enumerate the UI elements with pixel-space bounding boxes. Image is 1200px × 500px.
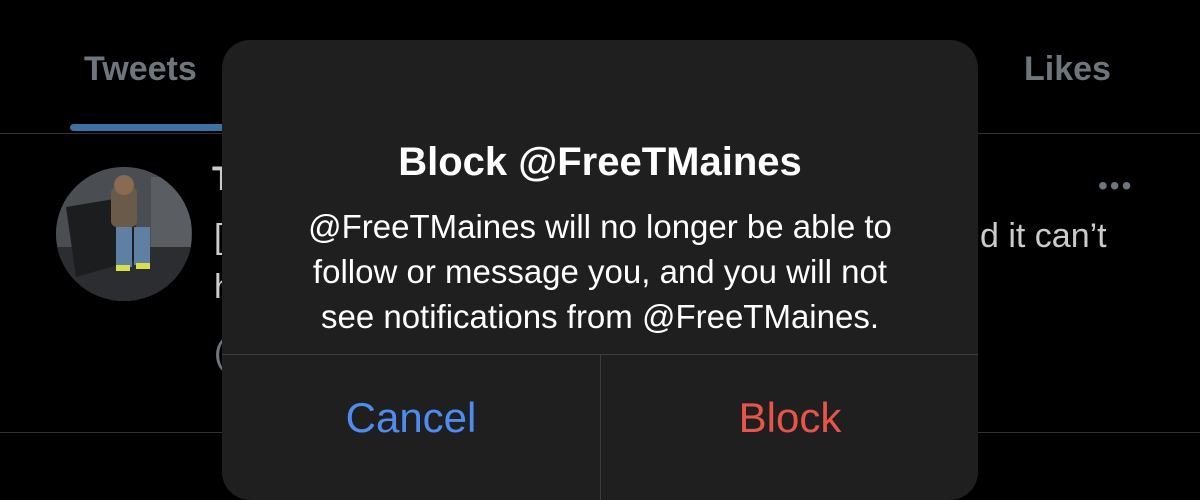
active-tab-indicator: [70, 124, 240, 131]
alert-message-line: see notifications from @FreeTMaines.: [320, 298, 880, 335]
cancel-button[interactable]: Cancel: [222, 355, 600, 481]
more-horizontal-icon[interactable]: •••: [1098, 170, 1133, 202]
tweet-text-right: d it can’t: [980, 217, 1107, 255]
block-button[interactable]: Block: [601, 355, 978, 481]
block-alert-dialog: Block @FreeTMaines @FreeTMaines will no …: [222, 40, 978, 500]
avatar[interactable]: [56, 167, 192, 301]
alert-title: Block @FreeTMaines: [398, 140, 802, 184]
tab-tweets[interactable]: Tweets: [84, 50, 197, 89]
alert-message: @FreeTMaines will no longer be able to f…: [262, 204, 938, 339]
tab-likes[interactable]: Likes: [1024, 50, 1111, 89]
alert-message-line: follow or message you, and you will not: [312, 253, 888, 290]
avatar-photo: [56, 167, 192, 301]
alert-message-line: @FreeTMaines will no longer be able to: [308, 208, 892, 245]
